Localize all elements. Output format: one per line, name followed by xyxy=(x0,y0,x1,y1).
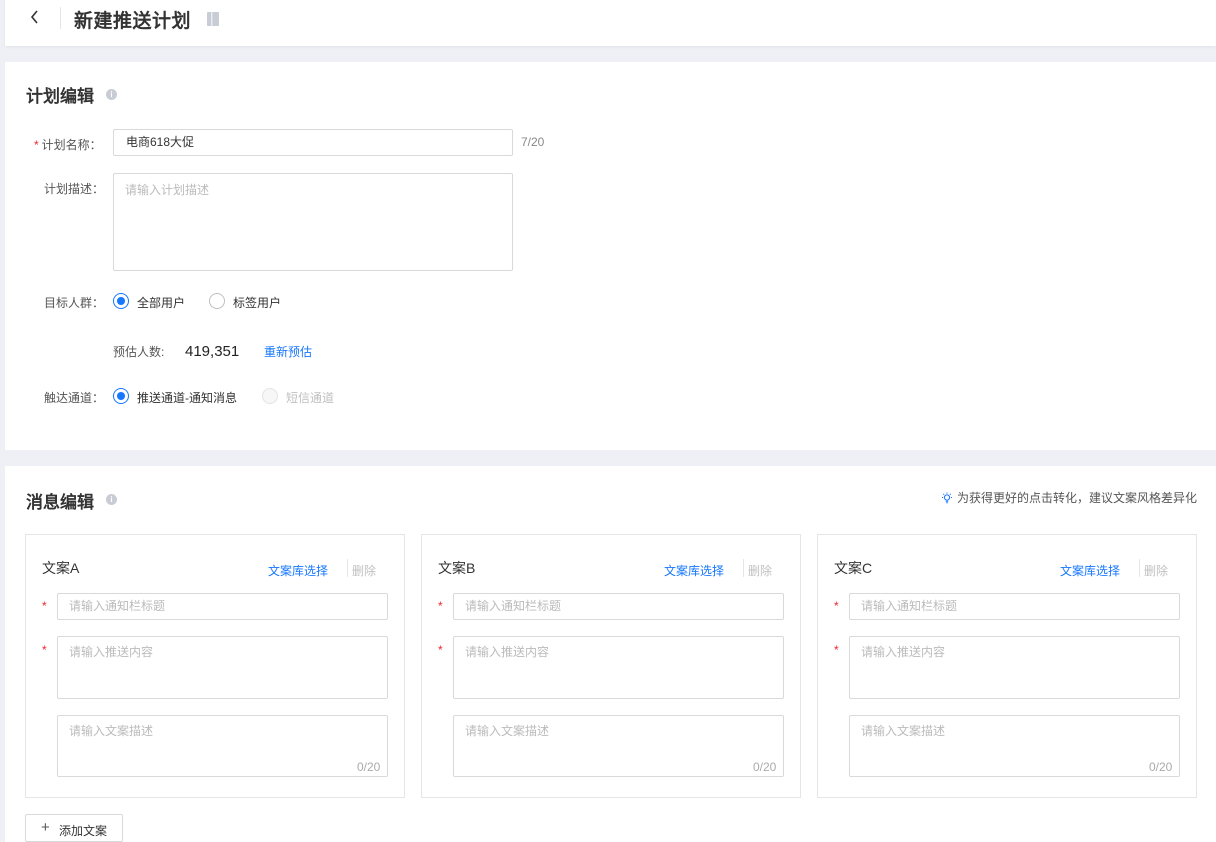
header-divider xyxy=(60,7,61,29)
required-mark: * xyxy=(438,599,443,613)
delete-link: 删除 xyxy=(748,564,773,578)
chevron-left-icon[interactable] xyxy=(27,7,43,27)
radio-sms-channel xyxy=(262,388,278,404)
message-edit-panel: 消息编辑 i 为获得更好的点击转化，建议文案风格差异化 文案A 文案库选择 删除… xyxy=(5,466,1216,842)
push-content-textarea[interactable]: 请输入推送内容 xyxy=(849,636,1180,699)
estimate-label: 预估人数: xyxy=(113,345,165,359)
plan-edit-panel: 计划编辑 i * 计划名称： 电商618大促 7/20 计划描述： 请输入计划描述… xyxy=(5,62,1216,450)
link-divider xyxy=(743,559,744,577)
copy-desc-counter: 0/20 xyxy=(753,760,777,774)
document-icon[interactable] xyxy=(207,12,219,26)
target-group-label: 目标人群： xyxy=(44,296,105,310)
plan-desc-label: 计划描述： xyxy=(44,182,105,196)
link-divider xyxy=(347,559,348,577)
copy-desc-counter: 0/20 xyxy=(1149,760,1173,774)
lightbulb-icon xyxy=(941,492,952,504)
push-content-textarea[interactable]: 请输入推送内容 xyxy=(57,636,388,699)
delete-link: 删除 xyxy=(1144,564,1169,578)
copy-library-link[interactable]: 文案库选择 xyxy=(664,562,724,579)
channel-label: 触达通道： xyxy=(44,391,105,405)
plan-name-input[interactable]: 电商618大促 xyxy=(113,129,513,156)
copy-card-c: 文案C 文案库选择 删除 * 请输入通知栏标题 * 请输入推送内容 请输入文案描… xyxy=(817,534,1197,798)
info-icon[interactable]: i xyxy=(106,494,117,505)
copy-desc-textarea[interactable]: 请输入文案描述 xyxy=(57,715,388,777)
copy-desc-textarea[interactable]: 请输入文案描述 xyxy=(453,715,784,777)
radio-all-users-label[interactable]: 全部用户 xyxy=(137,294,185,311)
notification-title-input[interactable]: 请输入通知栏标题 xyxy=(57,593,388,620)
copy-library-link[interactable]: 文案库选择 xyxy=(1060,562,1120,579)
plus-icon: + xyxy=(41,819,50,836)
radio-tag-users-label[interactable]: 标签用户 xyxy=(233,294,281,311)
push-content-textarea[interactable]: 请输入推送内容 xyxy=(453,636,784,699)
re-estimate-link[interactable]: 重新预估 xyxy=(264,343,312,360)
radio-all-users[interactable] xyxy=(113,293,129,309)
notification-title-input[interactable]: 请输入通知栏标题 xyxy=(849,593,1180,620)
copy-card-a: 文案A 文案库选择 删除 * 请输入通知栏标题 * 请输入推送内容 请输入文案描… xyxy=(25,534,405,798)
copy-desc-counter: 0/20 xyxy=(357,760,381,774)
radio-push-channel-label[interactable]: 推送通道-通知消息 xyxy=(137,389,237,406)
copy-card-title: 文案B xyxy=(438,560,476,576)
copy-card-title: 文案C xyxy=(834,560,873,576)
add-copy-button[interactable]: + 添加文案 xyxy=(25,814,123,842)
notification-title-input[interactable]: 请输入通知栏标题 xyxy=(453,593,784,620)
page-title: 新建推送计划 xyxy=(74,11,192,32)
plan-name-label: * 计划名称： xyxy=(34,138,102,152)
copy-card-title: 文案A xyxy=(42,560,80,576)
required-mark: * xyxy=(834,599,839,613)
message-section-title: 消息编辑 xyxy=(26,493,94,512)
plan-desc-textarea[interactable]: 请输入计划描述 xyxy=(113,173,513,271)
estimate-value: 419,351 xyxy=(185,343,240,360)
radio-push-channel[interactable] xyxy=(113,388,129,404)
add-copy-label: 添加文案 xyxy=(59,824,108,838)
hint-text: 为获得更好的点击转化，建议文案风格差异化 xyxy=(941,489,1197,506)
required-mark: * xyxy=(438,643,443,657)
info-icon[interactable]: i xyxy=(106,89,117,100)
required-mark: * xyxy=(834,643,839,657)
plan-section-title: 计划编辑 xyxy=(26,87,94,106)
radio-sms-channel-label: 短信通道 xyxy=(286,391,335,405)
link-divider xyxy=(1139,559,1140,577)
radio-tag-users[interactable] xyxy=(209,293,225,309)
plan-name-counter: 7/20 xyxy=(521,135,545,149)
required-mark: * xyxy=(42,643,47,657)
copy-desc-textarea[interactable]: 请输入文案描述 xyxy=(849,715,1180,777)
required-mark: * xyxy=(42,599,47,613)
page-header: 新建推送计划 xyxy=(5,0,1216,46)
copy-card-b: 文案B 文案库选择 删除 * 请输入通知栏标题 * 请输入推送内容 请输入文案描… xyxy=(421,534,801,798)
copy-library-link[interactable]: 文案库选择 xyxy=(268,562,328,579)
delete-link: 删除 xyxy=(352,564,377,578)
